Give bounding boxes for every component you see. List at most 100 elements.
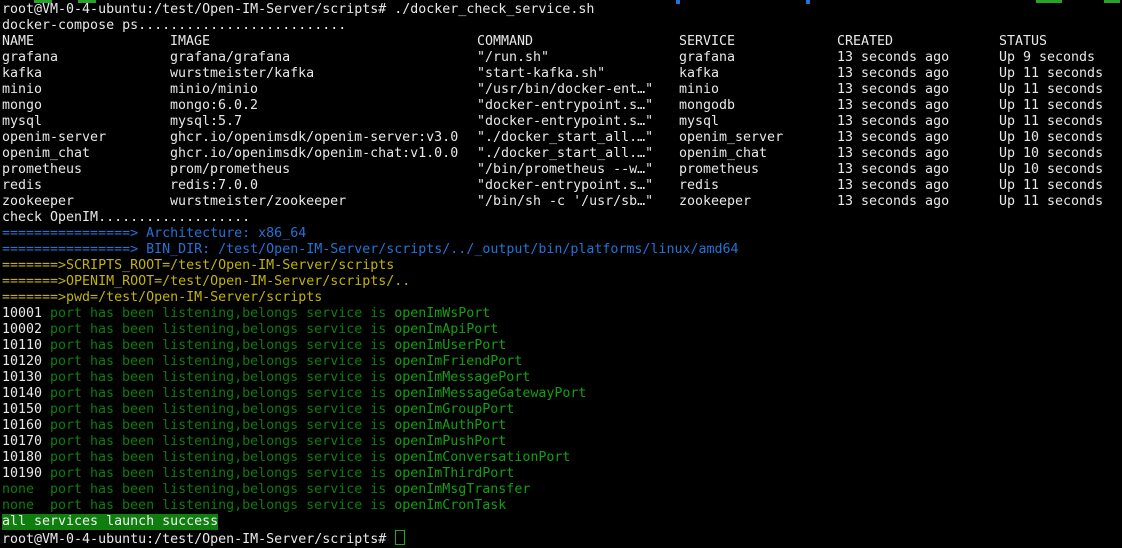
scripts-root-line: =======>SCRIPTS_ROOT=/test/Open-IM-Serve… xyxy=(2,258,1122,274)
container-created: 13 seconds ago xyxy=(837,130,999,146)
container-name: kafka xyxy=(2,66,170,82)
container-command: "start-kafka.sh" xyxy=(477,66,679,82)
port-phrase: port has been listening,belongs service … xyxy=(50,386,394,401)
port-phrase: port has been listening,belongs service … xyxy=(50,402,394,417)
container-image: minio/minio xyxy=(170,82,477,98)
success-message: all services launch success xyxy=(2,514,218,530)
port-phrase: port has been listening,belongs service … xyxy=(50,322,394,337)
port-check-line: 10130port has been listening,belongs ser… xyxy=(2,370,1122,386)
port-number: 10160 xyxy=(2,418,50,434)
container-status: Up 11 seconds xyxy=(999,194,1122,210)
table-row: prometheus prom/prometheus "/bin/prometh… xyxy=(2,162,1122,178)
port-check-line: 10002port has been listening,belongs ser… xyxy=(2,322,1122,338)
port-phrase: port has been listening,belongs service … xyxy=(50,354,394,369)
port-phrase: port has been listening,belongs service … xyxy=(50,338,394,353)
container-name: grafana xyxy=(2,50,170,66)
container-image: grafana/grafana xyxy=(170,50,477,66)
table-row: grafana grafana/grafana "/run.sh" grafan… xyxy=(2,50,1122,66)
port-phrase: port has been listening,belongs service … xyxy=(50,498,394,513)
architecture-line: ================> Architecture: x86_64 xyxy=(2,226,1122,242)
port-phrase: port has been listening,belongs service … xyxy=(50,482,394,497)
bin-dir-line: ================> BIN_DIR: /test/Open-IM… xyxy=(2,242,1122,258)
port-check-line: 10160port has been listening,belongs ser… xyxy=(2,418,1122,434)
port-service-name: openImConversationPort xyxy=(394,450,570,465)
container-image: ghcr.io/openimsdk/openim-server:v3.0 xyxy=(170,130,477,146)
port-phrase: port has been listening,belongs service … xyxy=(50,418,394,433)
container-command: "docker-entrypoint.s…" xyxy=(477,98,679,114)
port-number: 10170 xyxy=(2,434,50,450)
port-service-name: openImCronTask xyxy=(394,498,506,513)
pwd-line: =======>pwd=/test/Open-IM-Server/scripts xyxy=(2,290,1122,306)
docker-compose-ps-line: docker-compose ps.......................… xyxy=(2,18,1122,34)
table-row: zookeeper wurstmeister/zookeeper "/bin/s… xyxy=(2,194,1122,210)
container-status: Up 10 seconds xyxy=(999,162,1122,178)
port-phrase: port has been listening,belongs service … xyxy=(50,370,394,385)
container-created: 13 seconds ago xyxy=(837,194,999,210)
container-created: 13 seconds ago xyxy=(837,114,999,130)
port-phrase: port has been listening,belongs service … xyxy=(50,450,394,465)
terminal-output: root@VM-0-4-ubuntu:/test/Open-IM-Server/… xyxy=(2,2,1122,542)
shell-prompt-final[interactable]: root@VM-0-4-ubuntu:/test/Open-IM-Server/… xyxy=(2,530,1122,546)
container-command: "/usr/bin/docker-ent…" xyxy=(477,82,679,98)
container-status: Up 11 seconds xyxy=(999,66,1122,82)
container-service: mysql xyxy=(679,114,837,130)
table-header-row: NAME IMAGE COMMAND SERVICE CREATED STATU… xyxy=(2,34,1122,50)
port-check-line: 10001port has been listening,belongs ser… xyxy=(2,306,1122,322)
port-service-name: openImWsPort xyxy=(394,306,490,321)
container-command: "./docker_start_all.…" xyxy=(477,130,679,146)
container-image: mongo:6.0.2 xyxy=(170,98,477,114)
table-row: mongo mongo:6.0.2 "docker-entrypoint.s…"… xyxy=(2,98,1122,114)
container-service: zookeeper xyxy=(679,194,837,210)
port-service-name: openImMessageGatewayPort xyxy=(394,386,586,401)
port-check-line: 10190port has been listening,belongs ser… xyxy=(2,466,1122,482)
container-name: minio xyxy=(2,82,170,98)
port-service-name: openImAuthPort xyxy=(394,418,506,433)
port-number: 10130 xyxy=(2,370,50,386)
port-check-line: 10150port has been listening,belongs ser… xyxy=(2,402,1122,418)
port-check-line: noneport has been listening,belongs serv… xyxy=(2,482,1122,498)
container-service: redis xyxy=(679,178,837,194)
table-row: redis redis:7.0.0 "docker-entrypoint.s…"… xyxy=(2,178,1122,194)
table-row: openim_chat ghcr.io/openimsdk/openim-cha… xyxy=(2,146,1122,162)
container-created: 13 seconds ago xyxy=(837,178,999,194)
port-number: 10180 xyxy=(2,450,50,466)
container-image: redis:7.0.0 xyxy=(170,178,477,194)
container-status: Up 10 seconds xyxy=(999,146,1122,162)
col-header-image: IMAGE xyxy=(170,34,477,50)
col-header-name: NAME xyxy=(2,34,170,50)
container-status: Up 11 seconds xyxy=(999,178,1122,194)
openim-root-line: =======>OPENIM_ROOT=/test/Open-IM-Server… xyxy=(2,274,1122,290)
container-name: zookeeper xyxy=(2,194,170,210)
container-name: openim-server xyxy=(2,130,170,146)
port-phrase: port has been listening,belongs service … xyxy=(50,306,394,321)
port-service-name: openImMsgTransfer xyxy=(394,482,530,497)
terminal-screen[interactable]: { "colors": { "background": "#000000", "… xyxy=(0,0,1122,542)
port-service-name: openImUserPort xyxy=(394,338,506,353)
container-command: "./docker_start_all.…" xyxy=(477,146,679,162)
col-header-created: CREATED xyxy=(837,34,999,50)
terminal-cursor[interactable] xyxy=(395,530,405,545)
port-number: 10150 xyxy=(2,402,50,418)
port-check-line: noneport has been listening,belongs serv… xyxy=(2,498,1122,514)
container-name: mysql xyxy=(2,114,170,130)
container-name: openim_chat xyxy=(2,146,170,162)
port-phrase: port has been listening,belongs service … xyxy=(50,466,394,481)
container-command: "/bin/prometheus --w…" xyxy=(477,162,679,178)
container-image: wurstmeister/zookeeper xyxy=(170,194,477,210)
container-command: "/bin/sh -c '/usr/sb…" xyxy=(477,194,679,210)
container-status: Up 9 seconds xyxy=(999,50,1122,66)
port-service-name: openImGroupPort xyxy=(394,402,514,417)
port-service-name: openImPushPort xyxy=(394,434,506,449)
port-number: none xyxy=(2,498,50,514)
container-service: mongodb xyxy=(679,98,837,114)
container-status: Up 11 seconds xyxy=(999,82,1122,98)
port-number: 10001 xyxy=(2,306,50,322)
port-number: 10140 xyxy=(2,386,50,402)
container-service: openim_chat xyxy=(679,146,837,162)
container-created: 13 seconds ago xyxy=(837,98,999,114)
container-command: "docker-entrypoint.s…" xyxy=(477,178,679,194)
container-name: prometheus xyxy=(2,162,170,178)
port-number: none xyxy=(2,482,50,498)
container-created: 13 seconds ago xyxy=(837,82,999,98)
port-service-name: openImApiPort xyxy=(394,322,498,337)
